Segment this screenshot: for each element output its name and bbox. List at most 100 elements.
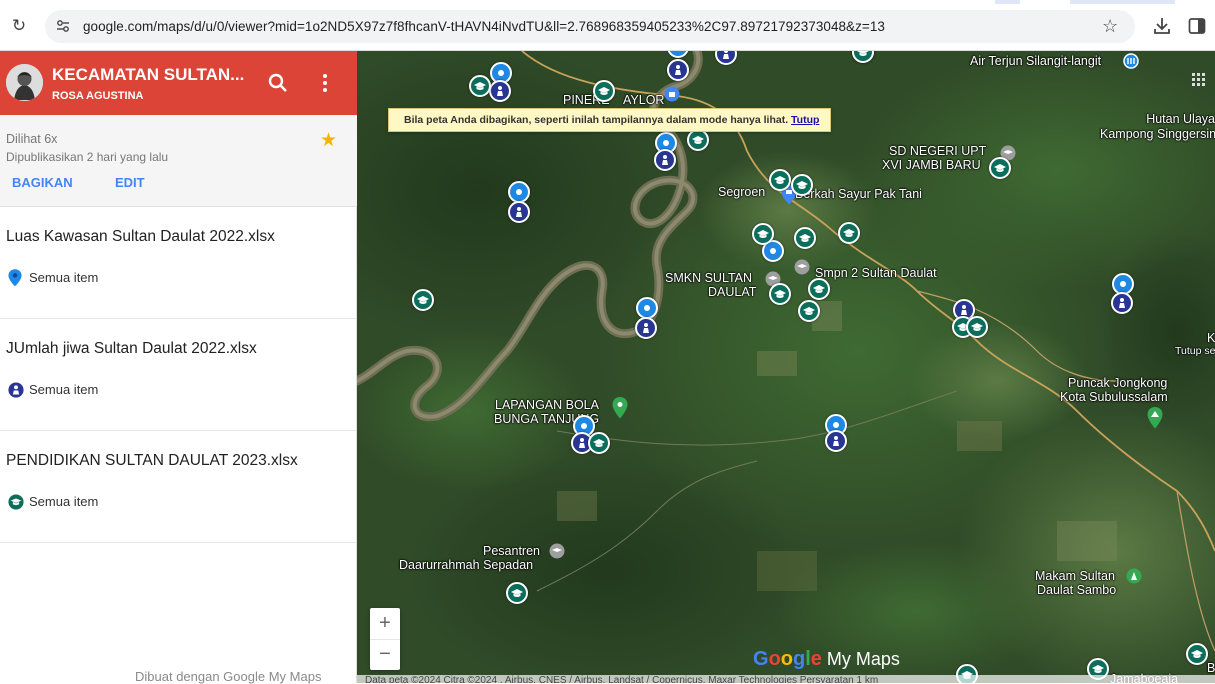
map-canvas[interactable]: Air Terjun Silangit-langit PINERE AYLOR …	[357, 51, 1215, 683]
education-marker[interactable]	[752, 223, 774, 245]
map-info: Dilihat 6x Dipublikasikan 2 hari yang la…	[0, 115, 357, 207]
place-label[interactable]: Pesantren	[483, 544, 540, 558]
school-poi-icon[interactable]	[794, 259, 810, 275]
bookmark-star-icon[interactable]: ☆	[1102, 16, 1118, 37]
education-icon	[692, 136, 704, 144]
education-icon	[796, 181, 808, 189]
place-label[interactable]: LAPANGAN BOLA	[495, 398, 599, 412]
place-label[interactable]: Puncak Jongkong	[1068, 376, 1167, 390]
place-label[interactable]: DAULAT	[708, 285, 756, 299]
education-marker[interactable]	[412, 289, 434, 311]
place-label[interactable]: SMKN SULTAN	[665, 271, 752, 285]
education-marker[interactable]	[687, 129, 709, 151]
side-panel-icon[interactable]	[1188, 17, 1206, 35]
education-marker[interactable]	[769, 169, 791, 191]
place-label[interactable]: Kota Subulussalam	[1060, 390, 1168, 404]
place-label[interactable]: SD NEGERI UPT	[889, 144, 986, 158]
zoom-out-button[interactable]: −	[370, 639, 400, 669]
site-info-icon[interactable]	[55, 18, 71, 34]
area-icon	[671, 51, 685, 54]
place-label[interactable]: Tutup se	[1175, 344, 1215, 358]
area-marker[interactable]	[636, 297, 658, 319]
avatar[interactable]	[6, 64, 43, 101]
area-icon	[663, 140, 669, 146]
map-attribution[interactable]: Data peta ©2024 Citra ©2024 , Airbus, CN…	[357, 675, 1215, 683]
layer-item-label: Semua item	[29, 382, 99, 397]
area-icon	[1120, 281, 1126, 287]
population-icon	[1119, 298, 1125, 308]
apps-grid-icon[interactable]	[1192, 73, 1206, 87]
made-with-footer[interactable]: Dibuat dengan Google My Maps	[135, 669, 321, 684]
zoom-in-button[interactable]: +	[370, 608, 400, 638]
download-icon[interactable]	[1152, 16, 1172, 36]
place-label[interactable]: Air Terjun Silangit-langit	[970, 54, 1101, 68]
place-label[interactable]: Daulat Sambo	[1037, 583, 1116, 597]
population-icon	[497, 86, 503, 96]
education-marker[interactable]	[989, 157, 1011, 179]
population-marker[interactable]	[1111, 292, 1133, 314]
panel-header: KECAMATAN SULTAN... ROSA AGUSTINA	[0, 51, 357, 115]
education-marker[interactable]	[506, 582, 528, 604]
education-marker[interactable]	[798, 300, 820, 322]
population-marker[interactable]	[508, 201, 530, 223]
area-marker[interactable]	[508, 181, 530, 203]
place-label[interactable]: B	[1207, 661, 1215, 675]
place-label[interactable]: Berkah Sayur Pak Tani	[795, 187, 922, 201]
population-marker[interactable]	[489, 80, 511, 102]
notice-close-link[interactable]: Tutup	[791, 114, 819, 126]
population-marker[interactable]	[635, 317, 657, 339]
star-icon[interactable]: ★	[320, 129, 337, 152]
address-bar[interactable]: google.com/maps/d/u/0/viewer?mid=1o2ND5X…	[45, 10, 1135, 43]
area-icon	[516, 189, 522, 195]
population-marker[interactable]	[825, 430, 847, 452]
education-icon	[774, 176, 786, 184]
education-icon	[474, 82, 486, 90]
education-marker[interactable]	[588, 432, 610, 454]
more-options-icon[interactable]	[313, 71, 337, 95]
map-title: KECAMATAN SULTAN...	[52, 65, 245, 84]
notice-text: Bila peta Anda dibagikan, seperti inilah…	[404, 114, 789, 126]
place-label[interactable]: Segroen	[718, 185, 765, 199]
monument-icon[interactable]	[1126, 568, 1142, 584]
population-icon	[579, 438, 585, 448]
search-icon[interactable]	[266, 71, 290, 95]
place-label[interactable]: Hutan Ulaya	[1143, 112, 1215, 126]
education-marker[interactable]	[794, 227, 816, 249]
education-icon	[417, 296, 429, 304]
education-marker[interactable]	[808, 278, 830, 300]
mountain-pin-icon[interactable]	[1147, 407, 1163, 429]
place-label[interactable]: Makam Sultan	[1035, 569, 1115, 583]
education-marker[interactable]	[769, 283, 791, 305]
education-marker[interactable]	[966, 316, 988, 338]
education-marker[interactable]	[593, 80, 615, 102]
share-button[interactable]: BAGIKAN	[12, 175, 73, 190]
education-marker[interactable]	[469, 75, 491, 97]
education-marker[interactable]	[791, 174, 813, 196]
place-label[interactable]: Smpn 2 Sultan Daulat	[815, 266, 937, 280]
population-marker[interactable]	[654, 149, 676, 171]
education-marker[interactable]	[1186, 643, 1208, 665]
reload-icon[interactable]: ↻	[10, 17, 28, 35]
population-marker[interactable]	[667, 59, 689, 81]
layer-luas-kawasan[interactable]: Luas Kawasan Sultan Daulat 2022.xlsx Sem…	[0, 207, 357, 319]
park-pin-icon[interactable]	[612, 397, 628, 419]
education-icon	[994, 164, 1006, 172]
place-label[interactable]: Daarurrahmah Sepadan	[399, 558, 533, 572]
url-text[interactable]: google.com/maps/d/u/0/viewer?mid=1o2ND5X…	[83, 19, 885, 34]
view-only-notice: Bila peta Anda dibagikan, seperti inilah…	[388, 108, 831, 132]
shopping-icon[interactable]	[664, 86, 680, 102]
edit-button[interactable]: EDIT	[115, 175, 145, 190]
place-label[interactable]: Kampong Singgersin	[1100, 127, 1215, 141]
education-icon	[593, 439, 605, 447]
layer-jumlah-jiwa[interactable]: JUmlah jiwa Sultan Daulat 2022.xlsx Semu…	[0, 319, 357, 431]
tab-strip	[0, 0, 1215, 4]
place-label[interactable]: AYLOR	[623, 93, 664, 107]
school-poi-icon[interactable]	[549, 543, 565, 559]
layer-title: Luas Kawasan Sultan Daulat 2022.xlsx	[6, 228, 275, 245]
place-label[interactable]: K	[1207, 331, 1215, 345]
layer-pendidikan[interactable]: PENDIDIKAN SULTAN DAULAT 2023.xlsx Semua…	[0, 431, 357, 543]
education-marker[interactable]	[838, 222, 860, 244]
person-icon	[8, 382, 24, 398]
place-label[interactable]: XVI JAMBI BARU	[882, 158, 981, 172]
waterfall-icon[interactable]	[1123, 53, 1139, 69]
